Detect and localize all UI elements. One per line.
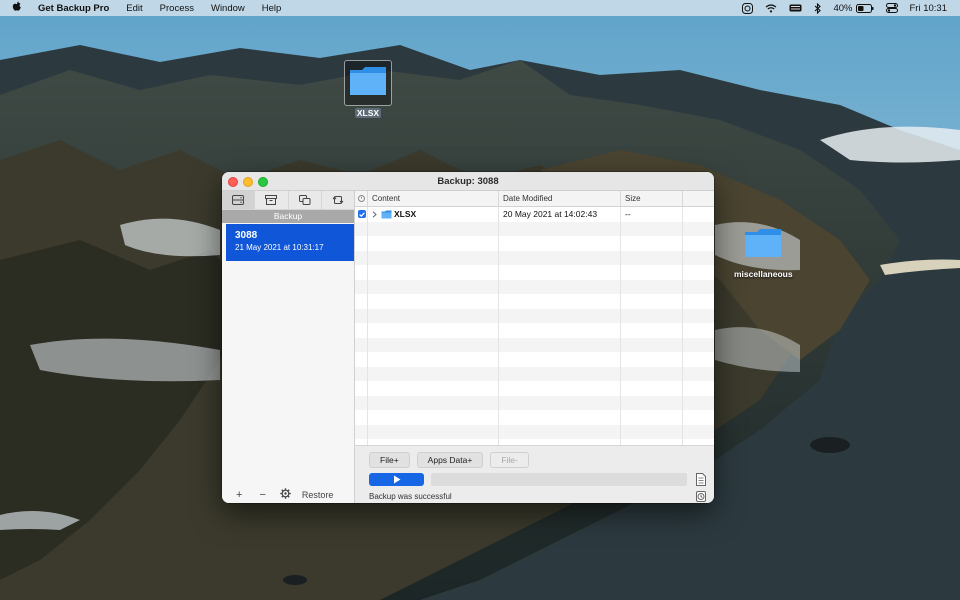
desktop-icon-miscellaneous[interactable]: miscellaneous: [732, 224, 795, 279]
empty-row: [355, 279, 714, 294]
empty-row: [355, 395, 714, 410]
backup-progress-bar: [431, 473, 687, 486]
window-titlebar[interactable]: Backup: 3088: [222, 172, 714, 191]
menu-edit[interactable]: Edit: [126, 3, 142, 14]
menu-help[interactable]: Help: [262, 3, 282, 14]
content-table: Content Date Modified Size XLSX 20 May 2…: [355, 191, 714, 445]
desktop-icon-xlsx[interactable]: XLSX: [344, 60, 392, 118]
disclosure-chevron-icon[interactable]: [372, 211, 377, 218]
empty-row: [355, 337, 714, 352]
play-icon: [393, 475, 400, 484]
restore-button[interactable]: Restore: [302, 490, 334, 500]
add-button[interactable]: +: [236, 489, 242, 501]
folder-icon: [350, 67, 386, 95]
backup-item-date: 21 May 2021 at 10:31:17: [235, 243, 324, 252]
window-title: Backup: 3088: [437, 175, 499, 187]
backup-item-name: 3088: [235, 230, 258, 241]
tab-sync[interactable]: [322, 191, 354, 209]
menu-bar: Get Backup Pro Edit Process Window Help …: [0, 0, 960, 16]
column-header-date-modified[interactable]: Date Modified: [499, 191, 621, 206]
select-all-column[interactable]: [355, 191, 368, 206]
empty-row: [355, 265, 714, 280]
tab-archive[interactable]: [255, 191, 289, 209]
close-button[interactable]: [228, 177, 238, 187]
traffic-lights: [228, 177, 268, 187]
sync-icon: [332, 196, 344, 204]
clock-icon: [358, 195, 365, 202]
table-body: XLSX 20 May 2021 at 14:02:43 --: [355, 207, 714, 445]
empty-row: [355, 294, 714, 309]
add-apps-data-button[interactable]: Apps Data+: [416, 452, 484, 468]
keyboard-icon[interactable]: [789, 4, 802, 12]
sidebar-tabs: [222, 191, 354, 210]
run-backup-button[interactable]: [369, 473, 424, 486]
settings-gear-icon[interactable]: [280, 488, 291, 501]
control-center-icon[interactable]: [885, 3, 898, 13]
row-checkbox[interactable]: [358, 210, 366, 219]
tab-clone[interactable]: [289, 191, 322, 209]
backup-window: Backup: 3088 Backup 3088 21 May 2021 at …: [222, 172, 714, 503]
file-buttons: File+ Apps Data+ File-: [369, 452, 529, 468]
status-text: Backup was successful: [369, 492, 452, 501]
row-date: 20 May 2021 at 14:02:43: [499, 207, 621, 222]
app-status-icon[interactable]: [742, 2, 754, 14]
menu-app-name[interactable]: Get Backup Pro: [38, 3, 109, 14]
menu-window[interactable]: Window: [211, 3, 245, 14]
sidebar: Backup 3088 21 May 2021 at 10:31:17 + − …: [222, 191, 355, 503]
empty-row: [355, 381, 714, 396]
battery-percent: 40%: [833, 2, 853, 14]
column-header-size[interactable]: Size: [621, 191, 683, 206]
minimize-button[interactable]: [243, 177, 253, 187]
battery-icon: [855, 3, 873, 13]
tab-backup[interactable]: [222, 191, 256, 209]
empty-row: [355, 424, 714, 439]
clone-icon: [298, 195, 311, 205]
column-header-empty: [683, 191, 714, 206]
folder-icon: [745, 229, 782, 257]
empty-row: [355, 352, 714, 367]
wifi-icon[interactable]: [765, 3, 777, 13]
empty-row: [355, 250, 714, 265]
bluetooth-icon[interactable]: [814, 2, 822, 14]
remove-button[interactable]: −: [259, 489, 265, 501]
remove-file-button[interactable]: File-: [490, 452, 529, 468]
empty-row: [355, 323, 714, 338]
backup-drive-icon: [232, 195, 245, 205]
column-header-content[interactable]: Content: [368, 191, 499, 206]
archive-box-icon: [265, 195, 278, 205]
folder-icon: [381, 210, 392, 219]
zoom-button[interactable]: [258, 177, 268, 187]
backup-item-3088[interactable]: 3088 21 May 2021 at 10:31:17: [226, 224, 354, 261]
schedule-clock-icon[interactable]: [696, 489, 706, 503]
apple-menu-icon[interactable]: [4, 1, 30, 15]
empty-row: [355, 221, 714, 236]
sidebar-section-header: Backup: [222, 210, 354, 223]
empty-row: [355, 410, 714, 425]
empty-row: [355, 236, 714, 251]
checkmark-icon: [359, 212, 365, 217]
desktop-icon-label: XLSX: [354, 108, 382, 118]
add-file-button[interactable]: File+: [369, 452, 410, 468]
menu-process[interactable]: Process: [160, 3, 194, 14]
table-header: Content Date Modified Size: [355, 191, 714, 207]
menu-clock[interactable]: Fri 10:31: [910, 3, 948, 14]
row-name: XLSX: [394, 209, 417, 220]
row-size: --: [621, 207, 683, 222]
backup-controls: File+ Apps Data+ File- Backup was succes…: [355, 445, 714, 503]
desktop-icon-label: miscellaneous: [734, 269, 793, 279]
table-row[interactable]: XLSX 20 May 2021 at 14:02:43 --: [355, 207, 714, 222]
empty-row: [355, 366, 714, 381]
empty-row: [355, 308, 714, 323]
sidebar-toolbar: + − Restore: [222, 486, 354, 503]
battery-status[interactable]: 40%: [833, 3, 873, 14]
